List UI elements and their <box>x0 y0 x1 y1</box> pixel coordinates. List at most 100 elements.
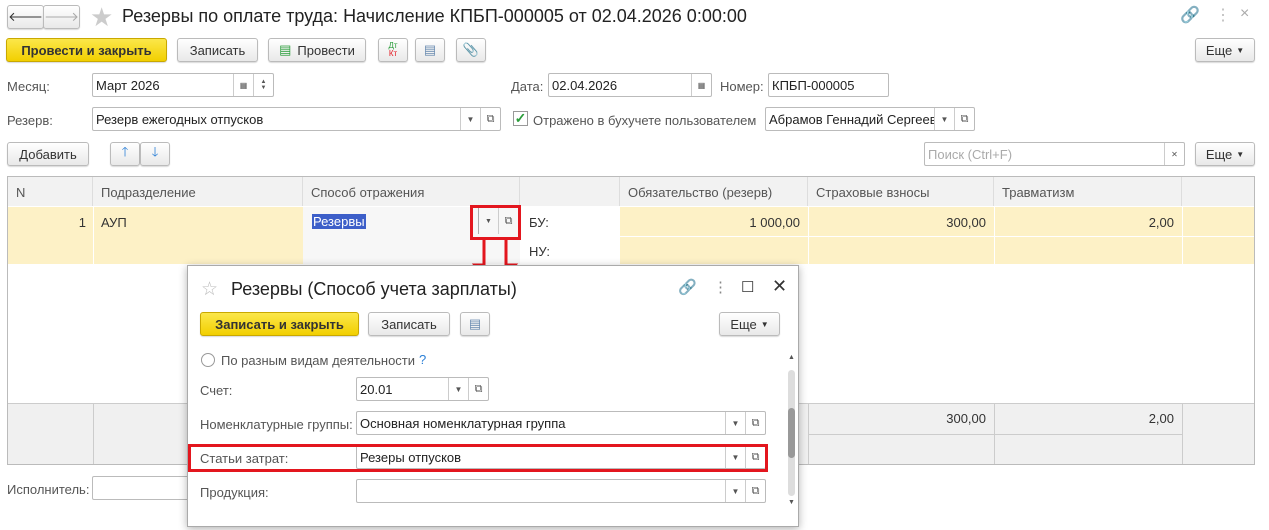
nu-label: НУ: <box>529 244 550 259</box>
method-popup: ☆ Резервы (Способ учета зарплаты) 🔗 ⋮ ☐ … <box>187 265 799 527</box>
col-header-liability[interactable]: Обязательство (резерв) <box>620 177 808 206</box>
reflected-label: Отражено в бухучете пользователем <box>533 113 757 128</box>
search-input[interactable]: Поиск (Ctrl+F) ✕ <box>924 142 1185 166</box>
product-field[interactable]: ▼ ⧉ <box>356 479 766 503</box>
more-button[interactable]: Еще ▼ <box>1195 38 1255 62</box>
forward-button[interactable]: 🡒 <box>43 5 80 29</box>
open-icon[interactable]: ⧉ <box>745 412 765 434</box>
post-label: Провести <box>297 42 355 58</box>
arrow-up-icon: 🡑 <box>121 144 129 159</box>
dropdown-icon[interactable]: ▼ <box>448 378 468 400</box>
more-label: Еще <box>1205 146 1233 162</box>
product-label: Продукция: <box>200 485 269 500</box>
move-down-button[interactable]: 🡓 <box>140 142 170 166</box>
annotation-highlight-box <box>470 205 521 240</box>
calendar-icon[interactable]: ▦ <box>233 74 253 96</box>
more-label: Еще <box>730 316 757 332</box>
col-header-account-type[interactable] <box>520 177 620 206</box>
chevron-down-icon: ▼ <box>1236 45 1245 55</box>
col-header-n[interactable]: N <box>8 177 93 206</box>
table-more-button[interactable]: Еще ▼ <box>1195 142 1255 166</box>
scroll-up-icon[interactable]: ▲ <box>788 354 795 361</box>
popup-title: Резервы (Способ учета зарплаты) <box>231 279 517 299</box>
open-icon[interactable]: ⧉ <box>745 480 765 502</box>
executor-field[interactable] <box>92 476 202 500</box>
col-header-empty <box>1182 177 1254 206</box>
dt-kt-button[interactable]: Дт Кт <box>378 38 408 62</box>
account-field[interactable]: 20.01 ▼ ⧉ <box>356 377 489 401</box>
user-field[interactable]: Абрамов Геннадий Сергеевич ▼ ⧉ <box>765 107 975 131</box>
link-icon[interactable]: 🔗 <box>1180 5 1200 25</box>
bu-label: БУ: <box>529 215 549 230</box>
list-icon: ▤ <box>468 316 482 331</box>
help-icon[interactable]: ? <box>419 352 426 367</box>
executor-label: Исполнитель: <box>7 482 90 497</box>
department-value: АУП <box>101 215 127 230</box>
popup-list-button[interactable]: ▤ <box>460 312 490 336</box>
post-and-close-button[interactable]: Провести и закрыть <box>6 38 167 62</box>
col-header-method[interactable]: Способ отражения <box>303 177 520 206</box>
liability-value: 1 000,00 <box>749 215 800 230</box>
reserve-label: Резерв: <box>7 113 53 128</box>
arrow-left-icon: 🡐 <box>8 9 43 24</box>
back-button[interactable]: 🡐 <box>7 5 44 29</box>
date-field[interactable]: 02.04.2026 ▦ <box>548 73 712 97</box>
activity-radio[interactable] <box>201 353 215 367</box>
dropdown-icon[interactable]: ▼ <box>725 480 745 502</box>
kt-label: Кт <box>388 49 398 58</box>
clear-icon[interactable]: ✕ <box>1164 143 1184 165</box>
method-value[interactable]: Резервы <box>312 214 366 229</box>
save-button[interactable]: Записать <box>177 38 258 62</box>
scrollbar-thumb[interactable] <box>788 408 795 458</box>
nomgroup-label: Номенклатурные группы: <box>200 417 353 432</box>
month-field[interactable]: Март 2026 ▦ ▲ ▼ <box>92 73 274 97</box>
month-stepper[interactable]: ▲ ▼ <box>253 74 273 96</box>
add-button[interactable]: Добавить <box>7 142 89 166</box>
close-icon[interactable]: ✕ <box>772 276 787 297</box>
total-insurance: 300,00 <box>946 411 986 426</box>
favorite-star-icon[interactable]: ★ <box>90 2 113 33</box>
more-vert-icon[interactable]: ⋮ <box>713 278 728 296</box>
attach-button[interactable]: 📎 <box>456 38 486 62</box>
col-header-insurance[interactable]: Страховые взносы <box>808 177 994 206</box>
search-placeholder: Поиск (Ctrl+F) <box>928 146 1013 162</box>
arrow-down-icon: 🡓 <box>151 144 159 159</box>
post-icon: ▤ <box>279 42 292 57</box>
close-icon[interactable]: × <box>1240 5 1249 23</box>
dropdown-icon[interactable]: ▼ <box>460 108 480 130</box>
dropdown-icon[interactable]: ▼ <box>934 108 954 130</box>
favorite-star-icon[interactable]: ☆ <box>201 278 218 301</box>
injury-value: 2,00 <box>1148 215 1174 230</box>
link-icon[interactable]: 🔗 <box>678 278 697 296</box>
paperclip-icon: 📎 <box>462 42 480 57</box>
row-number: 1 <box>78 215 86 230</box>
popup-save-button[interactable]: Записать <box>368 312 450 336</box>
reflected-checkbox[interactable]: ✓ <box>513 111 528 126</box>
col-header-injury[interactable]: Травматизм <box>994 177 1182 206</box>
col-header-department[interactable]: Подразделение <box>93 177 303 206</box>
list-icon: ▤ <box>423 42 437 57</box>
open-icon[interactable]: ⧉ <box>468 378 488 400</box>
reserve-field[interactable]: Резерв ежегодных отпусков ▼ ⧉ <box>92 107 501 131</box>
dropdown-icon[interactable]: ▼ <box>725 412 745 434</box>
list-button[interactable]: ▤ <box>415 38 445 62</box>
reserve-value: Резерв ежегодных отпусков <box>96 111 264 127</box>
scrollbar[interactable] <box>788 370 795 496</box>
nomgroup-field[interactable]: Основная номенклатурная группа ▼ ⧉ <box>356 411 766 435</box>
post-button[interactable]: ▤ Провести <box>268 38 366 62</box>
open-icon[interactable]: ⧉ <box>954 108 974 130</box>
open-icon[interactable]: ⧉ <box>480 108 500 130</box>
user-value: Абрамов Геннадий Сергеевич <box>769 111 934 127</box>
calendar-icon[interactable]: ▦ <box>691 74 711 96</box>
save-and-close-button[interactable]: Записать и закрыть <box>200 312 359 336</box>
move-up-button[interactable]: 🡑 <box>110 142 140 166</box>
number-field[interactable]: КПБП-000005 <box>768 73 889 97</box>
nomgroup-value: Основная номенклатурная группа <box>360 415 566 431</box>
chevron-down-icon: ▼ <box>760 319 769 329</box>
popup-more-button[interactable]: Еще ▼ <box>719 312 780 336</box>
number-label: Номер: <box>720 79 764 94</box>
scroll-down-icon[interactable]: ▼ <box>788 499 795 506</box>
more-vert-icon[interactable]: ⋮ <box>1215 5 1231 25</box>
more-label: Еще <box>1205 42 1233 58</box>
maximize-icon[interactable]: ☐ <box>741 278 754 296</box>
